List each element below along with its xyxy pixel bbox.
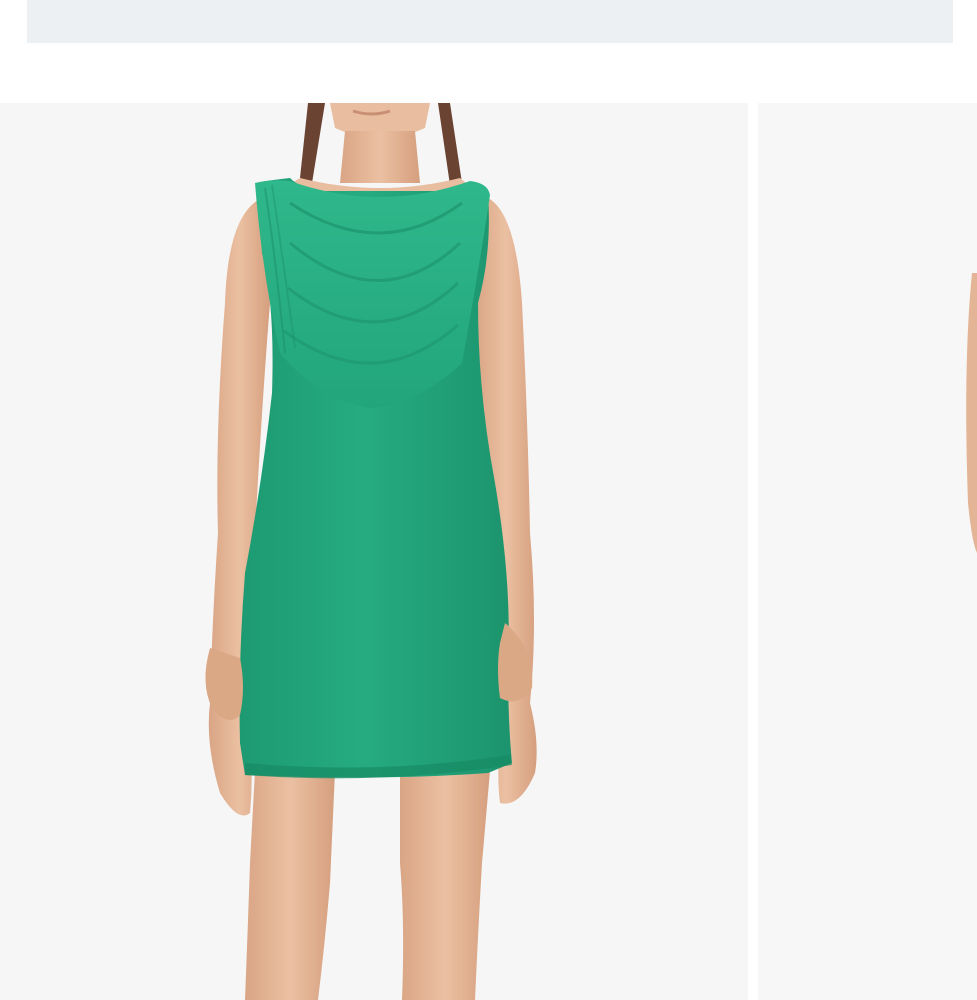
product-image-secondary[interactable]	[758, 103, 977, 1000]
top-banner	[27, 0, 953, 43]
dress-photo-icon	[205, 103, 537, 1000]
product-image-gallery[interactable]	[0, 103, 977, 1000]
product-page	[0, 0, 977, 1000]
dress-side-photo-icon	[966, 273, 977, 553]
product-image-main[interactable]	[0, 103, 748, 1000]
